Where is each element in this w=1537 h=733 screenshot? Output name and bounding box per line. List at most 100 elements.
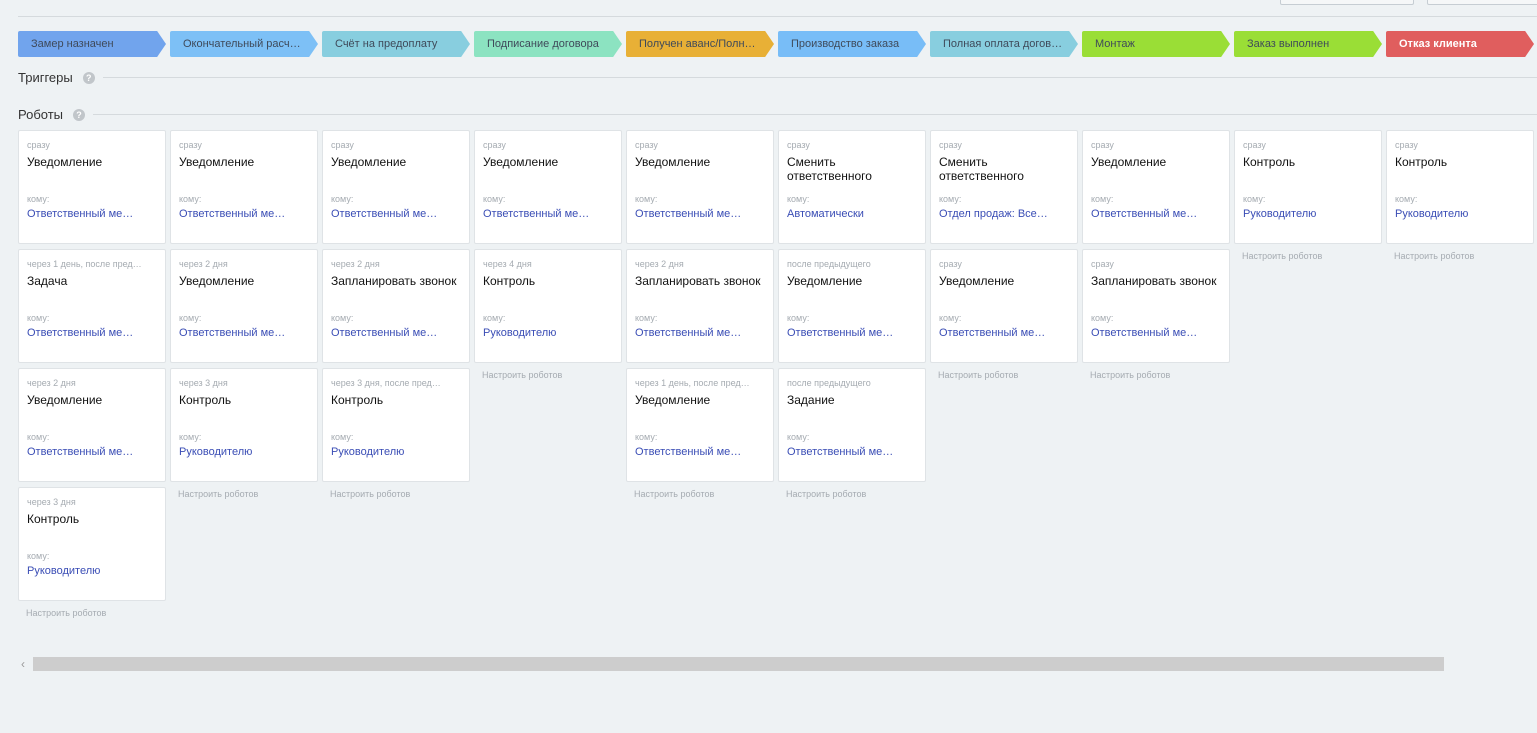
robot-card[interactable]: после предыдущего Уведомление кому: Ответст… bbox=[778, 249, 926, 363]
robot-delay: через 2 дня bbox=[635, 259, 684, 269]
setup-robots-link[interactable]: Настроить роботов bbox=[1082, 368, 1230, 380]
robot-card[interactable]: сразу Уведомление кому: Ответственный ме… bbox=[626, 130, 774, 244]
robot-card[interactable]: сразу Контроль кому: Руководителю bbox=[1386, 130, 1534, 244]
recipient-link[interactable]: Ответственный ме… bbox=[483, 208, 589, 220]
robot-card[interactable]: после предыдущего Задание кому: Ответственн… bbox=[778, 368, 926, 482]
setup-robots-link[interactable]: Настроить роботов bbox=[18, 606, 166, 618]
robot-column: сразу Уведомление кому: Ответственный ме… че… bbox=[322, 130, 470, 618]
recipient-link[interactable]: Руководителю bbox=[483, 327, 556, 339]
recipient-link[interactable]: Ответственный ме… bbox=[787, 446, 893, 458]
stage-3[interactable]: Подписание договора bbox=[474, 31, 622, 57]
setup-robots-link[interactable]: Настроить роботов bbox=[778, 487, 926, 499]
robot-title: Уведомление bbox=[179, 155, 255, 169]
robot-title: Запланировать звонок bbox=[635, 274, 761, 288]
help-icon[interactable]: ? bbox=[73, 108, 86, 121]
setup-robots-link[interactable]: Настроить роботов bbox=[626, 487, 774, 499]
stage-9[interactable]: Отказ клиента bbox=[1386, 31, 1534, 57]
stage-5[interactable]: Производство заказа bbox=[778, 31, 926, 57]
recipient-link[interactable]: Ответственный ме… bbox=[1091, 327, 1197, 339]
recipient-link[interactable]: Ответственный ме… bbox=[27, 327, 133, 339]
robot-title: Запланировать звонок bbox=[1091, 274, 1217, 288]
stage-0[interactable]: Замер назначен bbox=[18, 31, 166, 57]
recipient-link[interactable]: Руководителю bbox=[27, 565, 100, 577]
robot-card[interactable]: сразу Контроль кому: Руководителю bbox=[1234, 130, 1382, 244]
recipient-label: кому: bbox=[1243, 194, 1266, 204]
robot-card[interactable]: через 1 день, после пред… Задача кому: Отве… bbox=[18, 249, 166, 363]
robot-column: сразу Контроль кому: Руководителю Настроить … bbox=[1386, 130, 1534, 618]
robot-title: Уведомление bbox=[939, 274, 1015, 288]
robot-card[interactable]: сразу Сменить ответственного кому: Отдел пр… bbox=[930, 130, 1078, 244]
robot-title: Уведомление bbox=[331, 155, 407, 169]
robot-card[interactable]: сразу Сменить ответственного кому: Автомати… bbox=[778, 130, 926, 244]
horizontal-scrollbar[interactable] bbox=[33, 657, 1444, 671]
recipient-link[interactable]: Отдел продаж: Все… bbox=[939, 208, 1048, 220]
stage-4[interactable]: Получен аванс/Полн… bbox=[626, 31, 774, 57]
scroll-left-icon[interactable]: ‹ bbox=[21, 657, 25, 671]
setup-robots-link[interactable]: Настроить роботов bbox=[474, 368, 622, 380]
recipient-link[interactable]: Ответственный ме… bbox=[331, 327, 437, 339]
divider bbox=[93, 114, 1537, 115]
robot-delay: сразу bbox=[27, 140, 50, 150]
robot-title: Задание bbox=[787, 393, 835, 407]
recipient-link[interactable]: Ответственный ме… bbox=[939, 327, 1045, 339]
stage-1[interactable]: Окончательный расч… bbox=[170, 31, 318, 57]
robot-card[interactable]: сразу Запланировать звонок кому: Ответствен… bbox=[1082, 249, 1230, 363]
robot-card[interactable]: сразу Уведомление кому: Ответственный ме… bbox=[930, 249, 1078, 363]
setup-robots-link[interactable]: Настроить роботов bbox=[322, 487, 470, 499]
robot-card[interactable]: через 2 дня Запланировать звонок кому: Отве… bbox=[626, 249, 774, 363]
robot-card[interactable]: через 4 дня Контроль кому: Руководителю bbox=[474, 249, 622, 363]
recipient-link[interactable]: Ответственный ме… bbox=[27, 208, 133, 220]
recipient-link[interactable]: Руководителю bbox=[1395, 208, 1468, 220]
robot-delay: через 4 дня bbox=[483, 259, 532, 269]
stage-7[interactable]: Монтаж bbox=[1082, 31, 1230, 57]
recipient-label: кому: bbox=[635, 194, 658, 204]
help-icon[interactable]: ? bbox=[82, 71, 95, 84]
setup-robots-link[interactable]: Настроить роботов bbox=[170, 487, 318, 499]
robot-card[interactable]: сразу Уведомление кому: Ответственный ме… bbox=[170, 130, 318, 244]
recipient-label: кому: bbox=[331, 194, 354, 204]
robot-title: Задача bbox=[27, 274, 68, 288]
recipient-link[interactable]: Ответственный ме… bbox=[635, 446, 741, 458]
recipient-link[interactable]: Руководителю bbox=[179, 446, 252, 458]
robot-card[interactable]: через 3 дня Контроль кому: Руководителю bbox=[18, 487, 166, 601]
stage-2[interactable]: Счёт на предоплату bbox=[322, 31, 470, 57]
recipient-link[interactable]: Ответственный ме… bbox=[1091, 208, 1197, 220]
stage-6[interactable]: Полная оплата догов… bbox=[930, 31, 1078, 57]
recipient-link[interactable]: Ответственный ме… bbox=[635, 327, 741, 339]
recipient-link[interactable]: Ответственный ме… bbox=[635, 208, 741, 220]
setup-robots-link[interactable]: Настроить роботов bbox=[1234, 249, 1382, 261]
robot-title: Уведомление bbox=[483, 155, 559, 169]
robot-card[interactable]: через 2 дня Запланировать звонок кому: Отве… bbox=[322, 249, 470, 363]
recipient-link[interactable]: Ответственный ме… bbox=[331, 208, 437, 220]
robot-card[interactable]: сразу Уведомление кому: Ответственный ме… bbox=[474, 130, 622, 244]
robot-title: Уведомление bbox=[27, 393, 103, 407]
robot-card[interactable]: через 1 день, после пред… Уведомление кому… bbox=[626, 368, 774, 482]
recipient-link[interactable]: Ответственный ме… bbox=[179, 208, 285, 220]
triggers-heading: Триггеры bbox=[18, 70, 73, 85]
recipient-link[interactable]: Автоматически bbox=[787, 208, 864, 220]
robot-card[interactable]: сразу Уведомление кому: Ответственный ме… bbox=[18, 130, 166, 244]
stage-8[interactable]: Заказ выполнен bbox=[1234, 31, 1382, 57]
robot-delay: через 1 день, после пред… bbox=[27, 259, 142, 269]
robot-card[interactable]: через 3 дня Контроль кому: Руководителю bbox=[170, 368, 318, 482]
robot-card[interactable]: через 3 дня, после пред… Контроль кому: Рук… bbox=[322, 368, 470, 482]
setup-robots-link[interactable]: Настроить роботов bbox=[930, 368, 1078, 380]
robot-card[interactable]: сразу Уведомление кому: Ответственный ме… bbox=[1082, 130, 1230, 244]
robot-delay: сразу bbox=[635, 140, 658, 150]
toolbar-button[interactable] bbox=[1427, 0, 1537, 5]
toolbar-button[interactable] bbox=[1280, 0, 1414, 5]
recipient-link[interactable]: Ответственный ме… bbox=[27, 446, 133, 458]
robot-card[interactable]: сразу Уведомление кому: Ответственный ме… bbox=[322, 130, 470, 244]
recipient-link[interactable]: Руководителю bbox=[1243, 208, 1316, 220]
robot-card[interactable]: через 2 дня Уведомление кому: Ответственный… bbox=[170, 249, 318, 363]
robots-heading: Роботы bbox=[18, 107, 64, 122]
recipient-link[interactable]: Ответственный ме… bbox=[179, 327, 285, 339]
recipient-label: кому: bbox=[1091, 313, 1114, 323]
robots-section: Роботы ? bbox=[18, 107, 1537, 122]
robot-column: сразу Уведомление кому: Ответственный ме… че… bbox=[474, 130, 622, 618]
recipient-label: кому: bbox=[939, 313, 962, 323]
robot-card[interactable]: через 2 дня Уведомление кому: Ответственный… bbox=[18, 368, 166, 482]
setup-robots-link[interactable]: Настроить роботов bbox=[1386, 249, 1534, 261]
recipient-link[interactable]: Ответственный ме… bbox=[787, 327, 893, 339]
recipient-link[interactable]: Руководителю bbox=[331, 446, 404, 458]
